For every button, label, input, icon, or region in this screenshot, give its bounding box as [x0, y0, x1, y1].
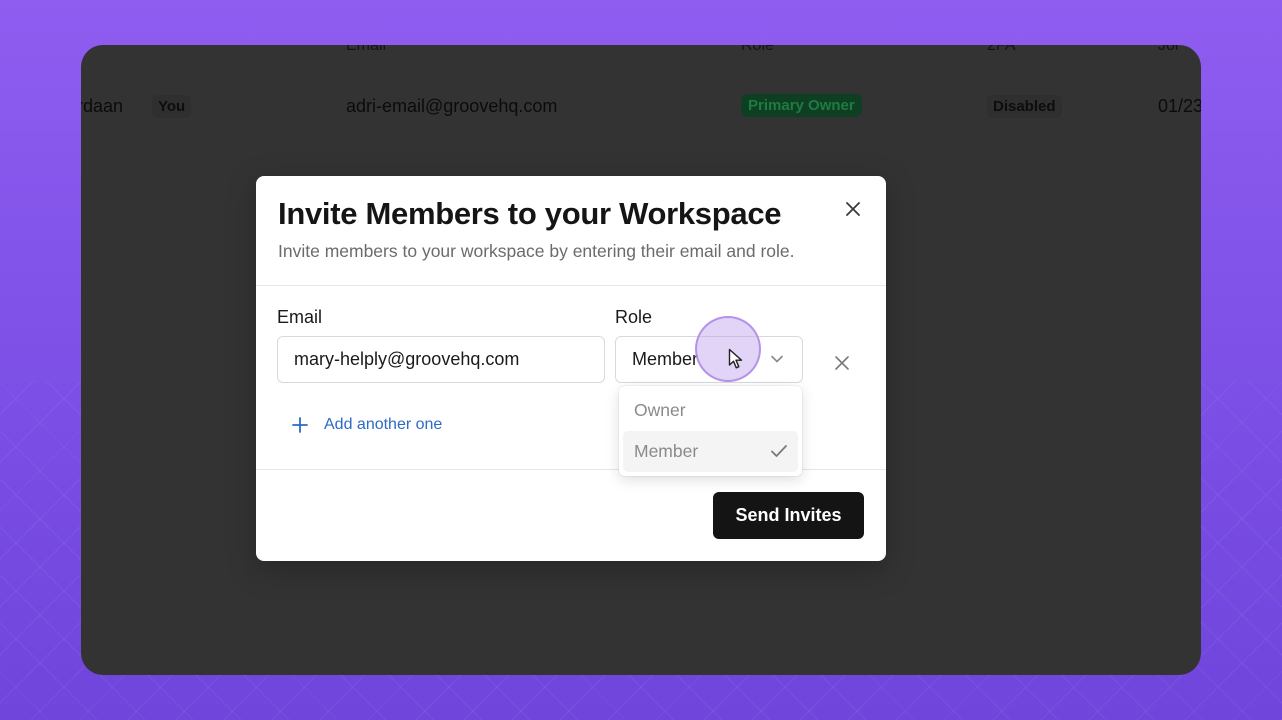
chevron-down-icon: [771, 355, 783, 363]
check-icon: [771, 445, 787, 457]
add-another-button[interactable]: Add another one: [292, 416, 442, 434]
role-label: Role: [615, 307, 653, 327]
column-header-email: Email: [346, 45, 387, 54]
role-badge: Primary Owner: [741, 94, 862, 117]
modal-subtitle: Invite members to your workspace by ente…: [278, 241, 795, 261]
send-invites-button[interactable]: Send Invites: [713, 492, 864, 539]
role-dropdown-menu: Owner Member: [619, 386, 802, 476]
role-select-value: Member: [632, 349, 699, 369]
column-header-joined: Joi: [1158, 45, 1179, 54]
member-email: adri-email@groovehq.com: [346, 96, 558, 116]
joined-date: 01/23: [1158, 96, 1201, 116]
close-icon: [846, 202, 860, 216]
email-input[interactable]: [277, 336, 605, 383]
member-name: rdaan: [81, 96, 124, 116]
close-icon: [835, 356, 849, 370]
remove-row-button[interactable]: [833, 354, 851, 372]
column-header-role: Role: [741, 45, 774, 54]
header-divider: [256, 285, 886, 286]
2fa-status-badge: Disabled: [987, 95, 1062, 118]
column-header-2fa: 2FA: [987, 45, 1016, 54]
role-select[interactable]: Member: [615, 336, 803, 383]
role-option-owner[interactable]: Owner: [623, 390, 798, 431]
members-table: Email Role 2FA Joi rdaan You adri-email@…: [81, 45, 1201, 185]
modal-title: Invite Members to your Workspace: [278, 196, 782, 231]
you-badge: You: [152, 95, 192, 118]
add-another-label: Add another one: [324, 416, 443, 433]
invite-members-modal: Invite Members to your Workspace Invite …: [256, 176, 886, 561]
close-modal-button[interactable]: [842, 198, 864, 220]
role-option-label: Owner: [634, 400, 686, 420]
plus-icon: [292, 417, 308, 433]
email-label: Email: [277, 307, 323, 327]
role-option-member[interactable]: Member: [623, 431, 798, 472]
role-option-label: Member: [634, 441, 699, 461]
